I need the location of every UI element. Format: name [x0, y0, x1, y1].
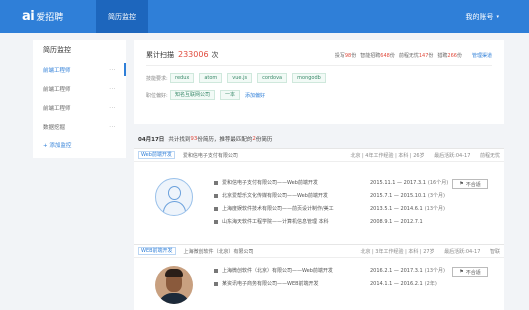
nav-resume-monitor[interactable]: 简历监控 — [96, 0, 148, 33]
candidate-meta: 北京 | 4年工作经验 | 本科 | 26岁 最后活跃:04-17 前程无忧 — [350, 152, 500, 159]
scan-stats: 累计扫描 233006 次 投写98份 智能招聘648份 前程无忧147份 猎聘… — [146, 50, 492, 66]
brand-logo[interactable]: ai 爱招聘 — [22, 9, 88, 24]
account-label: 我的账号 — [465, 12, 494, 21]
candidate-card[interactable]: 上海微创软件（北京）有限公司——Web前端开发 某资讯电子商务有限公司——WEB… — [134, 257, 504, 310]
channel-count: 前程无忧147份 — [398, 53, 434, 59]
date-range: 2016.2.1 — 2017.3.1 (13个月) — [370, 267, 445, 275]
date-range: 2015.7.1 — 2015.10.1 (3个月) — [370, 192, 445, 200]
sidebar-item-label: 前端工程师 — [43, 67, 71, 74]
candidate-card[interactable]: 爱和信电子支付有限公司——Web前端开发 北京爱帮乐文化传媒有限公司——Web前… — [134, 161, 504, 244]
summary-text: 份简历 — [255, 137, 273, 143]
channel-counts: 投写98份 智能招聘648份 前程无忧147份 猎聘266份 管理渠道 — [335, 52, 492, 59]
sidebar-item-monitor-4[interactable]: 数据挖掘 ··· — [33, 117, 126, 136]
position-pref-tag[interactable]: 一本 — [220, 90, 241, 100]
skill-tag[interactable]: mongodb — [292, 73, 326, 83]
sidebar-item-label: 数据挖掘 — [43, 124, 66, 131]
skill-tag[interactable]: atom — [199, 73, 223, 83]
position-filter-row: 职位偏好: 知名互联网公司 一本 添加偏好 — [146, 90, 492, 100]
position-pref-tag[interactable]: 知名互联网公司 — [170, 90, 216, 100]
position-pref-label: 职位偏好: — [146, 92, 168, 99]
skill-tag[interactable]: cordova — [257, 73, 288, 83]
avatar-placeholder-icon — [155, 178, 193, 216]
account-menu[interactable]: 我的账号 ▾ — [465, 0, 499, 33]
channel-count: 投写98份 — [334, 53, 357, 59]
sidebar-item-monitor-3[interactable]: 前端工程师 ··· — [33, 98, 126, 117]
not-suitable-label: 不合适 — [465, 181, 481, 188]
scan-total-label: 累计扫描 — [146, 51, 174, 59]
avatar — [155, 266, 193, 304]
found-count: 93 — [190, 136, 198, 142]
daily-summary: 04月17日 共计找到 93 份简历，推荐最匹配的 2 份简历 — [134, 130, 504, 148]
summary-date: 04月17日 — [138, 137, 165, 143]
position-tag: Web前端开发 — [138, 151, 175, 159]
logo-mark: ai — [22, 9, 35, 24]
date-range: 2008.9.1 — 2012.7.1 — [370, 218, 423, 225]
result-list: Web前端开发 爱和信电子支付有限公司 北京 | 4年工作经验 | 本科 | 2… — [134, 148, 504, 310]
top-navigation-bar: ai 爱招聘 简历监控 我的账号 ▾ — [0, 0, 529, 33]
candidate-header[interactable]: WEB前端开发 上海微创软件（北京）有限公司 北京 | 3年工作经验 | 本科 … — [134, 244, 504, 257]
skills-filter-row: 技能要求: redux atom vue.js cordova mongodb — [146, 73, 492, 83]
main-content: 累计扫描 233006 次 投写98份 智能招聘648份 前程无忧147份 猎聘… — [134, 40, 504, 310]
experience-dates: 2016.2.1 — 2017.3.1 (13个月) 2014.1.1 — 201… — [370, 264, 445, 290]
date-range: 2015.11.1 — 2017.3.1 (16个月) — [370, 179, 449, 187]
summary-text: 份简历，推荐最匹配的 — [197, 137, 253, 143]
position-tag: WEB前端开发 — [138, 247, 176, 255]
not-suitable-button[interactable]: ⚑ 不合适 — [452, 179, 488, 189]
more-icon[interactable]: ··· — [109, 124, 116, 130]
channel-count: 猎聘266份 — [437, 53, 462, 59]
more-icon[interactable]: ··· — [109, 105, 116, 111]
manage-channels-link[interactable]: 管理渠道 — [472, 52, 492, 59]
date-range: 2014.1.1 — 2016.2.1 (2年) — [370, 280, 437, 288]
current-company: 上海微创软件（北京）有限公司 — [183, 248, 254, 255]
sidebar-item-label: 前端工程师 — [43, 105, 71, 112]
not-suitable-button[interactable]: ⚑ 不合适 — [452, 267, 488, 277]
current-company: 爱和信电子支付有限公司 — [182, 152, 238, 159]
candidate-header[interactable]: Web前端开发 爱和信电子支付有限公司 北京 | 4年工作经验 | 本科 | 2… — [134, 148, 504, 161]
flag-icon: ⚑ — [459, 269, 464, 275]
sidebar-item-monitor-1[interactable]: 前端工程师 ··· — [33, 60, 126, 79]
sidebar-title: 简历监控 — [43, 46, 71, 54]
add-monitor-link[interactable]: + 添加监控 — [33, 136, 126, 154]
add-preference-link[interactable]: 添加偏好 — [245, 92, 265, 99]
more-icon[interactable]: ··· — [109, 86, 116, 92]
skills-label: 技能要求: — [146, 75, 168, 82]
channel-count: 智能招聘648份 — [360, 53, 395, 59]
sidebar-item-label: 前端工程师 — [43, 86, 71, 93]
not-suitable-label: 不合适 — [465, 269, 481, 276]
logo-text: 爱招聘 — [36, 13, 64, 23]
skill-tag[interactable]: vue.js — [227, 73, 253, 83]
date-range: 2013.5.1 — 2014.6.1 (13个月) — [370, 205, 445, 213]
summary-text: 共计找到 — [168, 137, 191, 143]
scan-total-count: 233006 — [178, 50, 209, 59]
chevron-down-icon: ▾ — [496, 13, 499, 20]
skill-tag[interactable]: redux — [170, 73, 195, 83]
experience-dates: 2015.11.1 — 2017.3.1 (16个月) 2015.7.1 — 20… — [370, 176, 449, 228]
flag-icon: ⚑ — [459, 181, 464, 187]
sidebar: 简历监控 前端工程师 ··· 前端工程师 ··· 前端工程师 ··· 数据挖掘 … — [33, 40, 126, 158]
scan-summary-card: 累计扫描 233006 次 投写98份 智能招聘648份 前程无忧147份 猎聘… — [134, 40, 504, 124]
sidebar-item-monitor-2[interactable]: 前端工程师 ··· — [33, 79, 126, 98]
scan-total-unit: 次 — [211, 51, 219, 59]
more-icon[interactable]: ··· — [109, 67, 116, 73]
candidate-meta: 北京 | 3年工作经验 | 本科 | 27岁 最后活跃:04-17 智联 — [360, 248, 500, 255]
